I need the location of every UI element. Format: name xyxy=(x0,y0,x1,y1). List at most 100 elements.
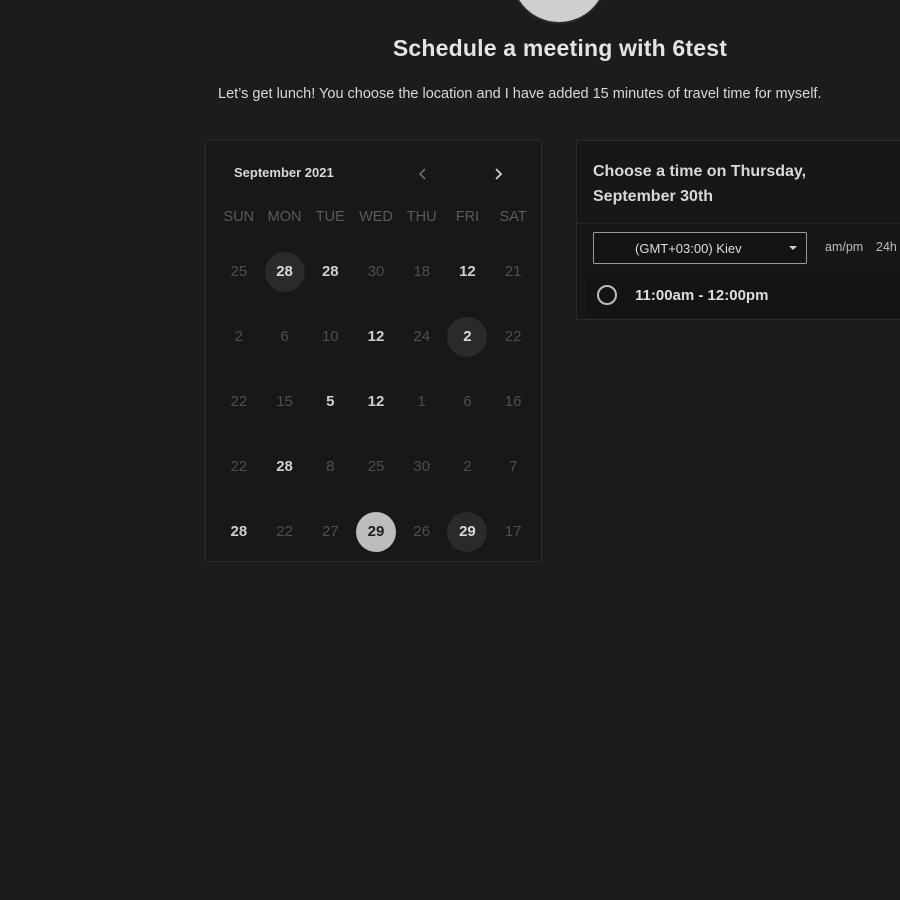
calendar-day-available[interactable]: 12 xyxy=(353,369,399,434)
calendar-day: 25 xyxy=(353,434,399,499)
calendar-day-available[interactable]: 5 xyxy=(307,369,353,434)
calendar-day-number: 1 xyxy=(417,393,426,410)
weekday-label: SAT xyxy=(499,209,527,225)
previous-month-button[interactable] xyxy=(412,163,434,185)
calendar-day: 27 xyxy=(307,499,353,564)
calendar-day: 1 xyxy=(399,369,445,434)
format-ampm-toggle[interactable]: am/pm xyxy=(825,240,863,254)
time-selection-panel: Choose a time on Thursday, September 30t… xyxy=(576,140,900,320)
weekday-label: TUE xyxy=(315,209,345,225)
weekday-label: SUN xyxy=(223,209,255,225)
calendar-day: 2 xyxy=(216,304,262,369)
calendar-day-number: 30 xyxy=(367,263,385,280)
calendar-day: 16 xyxy=(490,369,536,434)
calendar-day: 22 xyxy=(216,434,262,499)
calendar-day-available[interactable]: 28 xyxy=(262,434,308,499)
event-description: Let’s get lunch! You choose the location… xyxy=(218,86,822,102)
calendar-day-number: 17 xyxy=(504,523,522,540)
next-month-button[interactable] xyxy=(487,163,509,185)
calendar-day: 15 xyxy=(262,369,308,434)
calendar-day-number: 16 xyxy=(504,393,522,410)
weekday-header: SUN MON TUE WED THU FRI SAT xyxy=(216,209,536,225)
calendar-day-available[interactable]: 12 xyxy=(445,239,491,304)
calendar-day-number: 29 xyxy=(355,511,396,552)
calendar-day-number: 22 xyxy=(230,458,248,475)
calendar-day-number: 22 xyxy=(276,523,293,540)
calendar-day: 21 xyxy=(490,239,536,304)
format-24h-toggle[interactable]: 24h xyxy=(876,240,897,254)
calendar-day-available[interactable]: 28 xyxy=(216,499,262,564)
calendar-day-available[interactable]: 2 xyxy=(445,304,491,369)
calendar-day-number: 27 xyxy=(321,523,339,540)
calendar-month-label: September 2021 xyxy=(234,165,334,180)
calendar-day-number: 22 xyxy=(504,328,522,345)
calendar-day: 18 xyxy=(399,239,445,304)
calendar-day: 22 xyxy=(490,304,536,369)
radio-circle-icon[interactable] xyxy=(597,285,617,305)
timezone-value: (GMT+03:00) Kiev xyxy=(635,240,742,256)
calendar-day-number: 28 xyxy=(321,263,339,280)
weekday-label: WED xyxy=(359,209,393,225)
calendar-day-number: 10 xyxy=(321,328,339,345)
panel-divider xyxy=(577,223,900,224)
timezone-select[interactable]: (GMT+03:00) Kiev xyxy=(593,232,807,264)
calendar-day: 7 xyxy=(490,434,536,499)
calendar-day-number: 2 xyxy=(234,328,244,345)
calendar-day-number: 28 xyxy=(276,458,293,475)
calendar-day-number: 6 xyxy=(280,328,289,345)
calendar-day-available[interactable]: 12 xyxy=(353,304,399,369)
calendar-day-number: 18 xyxy=(413,263,431,280)
calendar-day-number: 8 xyxy=(326,458,335,475)
calendar-day: 30 xyxy=(399,434,445,499)
weekday-label: FRI xyxy=(455,209,480,225)
host-avatar xyxy=(512,0,606,22)
scheduling-page: Schedule a meeting with 6test Let’s get … xyxy=(0,0,900,900)
calendar-day-number: 25 xyxy=(230,263,248,280)
calendar-day: 25 xyxy=(216,239,262,304)
calendar-day: 22 xyxy=(216,369,262,434)
calendar-day-number: 15 xyxy=(276,393,293,410)
calendar-day: 22 xyxy=(262,499,308,564)
calendar-day-number: 2 xyxy=(447,316,488,357)
calendar-day: 2 xyxy=(445,434,491,499)
chevron-right-icon xyxy=(495,168,503,180)
weekday-label: THU xyxy=(406,209,437,225)
calendar-day-number: 28 xyxy=(230,523,248,540)
calendar-day-number: 5 xyxy=(326,393,335,410)
calendar-day-available[interactable]: 28 xyxy=(307,239,353,304)
calendar-day-number: 12 xyxy=(367,328,385,345)
calendar-day: 24 xyxy=(399,304,445,369)
time-panel-title: Choose a time on Thursday, September 30t… xyxy=(593,163,807,205)
page-title: Schedule a meeting with 6test xyxy=(392,35,728,61)
calendar-day-number: 2 xyxy=(463,458,472,475)
calendar-panel: September 2021 SUN MON TUE WED THU FRI SAT 25 2… xyxy=(205,140,542,562)
calendar-day-number: 24 xyxy=(413,328,431,345)
calendar-day-available[interactable]: 28 xyxy=(262,239,308,304)
time-slot[interactable]: 11:00am - 12:00pm xyxy=(585,273,900,317)
calendar-day: 30 xyxy=(353,239,399,304)
calendar-day: 10 xyxy=(307,304,353,369)
calendar-day-selected[interactable]: 29 xyxy=(353,499,399,564)
calendar-day-number: 21 xyxy=(504,263,522,280)
calendar-day-number: 12 xyxy=(459,263,476,280)
calendar-day: 6 xyxy=(445,369,491,434)
calendar-day: 8 xyxy=(307,434,353,499)
calendar-day-number: 29 xyxy=(447,511,488,552)
calendar-day: 6 xyxy=(262,304,308,369)
calendar-day-grid: 25 28 28 30 18 12 21 2 6 10 12 24 2 22 22 15 5 12 1 6 16 22 28… xyxy=(216,239,536,564)
calendar-day-number: 30 xyxy=(413,458,431,475)
time-slot-label: 11:00am - 12:00pm xyxy=(635,286,769,304)
calendar-day: 26 xyxy=(399,499,445,564)
calendar-day-number: 25 xyxy=(367,458,385,475)
calendar-day-available[interactable]: 29 xyxy=(445,499,491,564)
calendar-day-number: 7 xyxy=(508,458,518,475)
calendar-day: 17 xyxy=(490,499,536,564)
calendar-day-number: 12 xyxy=(367,393,385,410)
caret-down-icon xyxy=(789,246,797,250)
calendar-day-number: 22 xyxy=(230,393,248,410)
weekday-label: MON xyxy=(267,209,302,225)
calendar-day-number: 6 xyxy=(463,393,472,410)
chevron-left-icon xyxy=(418,168,426,180)
calendar-day-number: 26 xyxy=(413,523,431,540)
calendar-day-number: 28 xyxy=(264,251,305,292)
